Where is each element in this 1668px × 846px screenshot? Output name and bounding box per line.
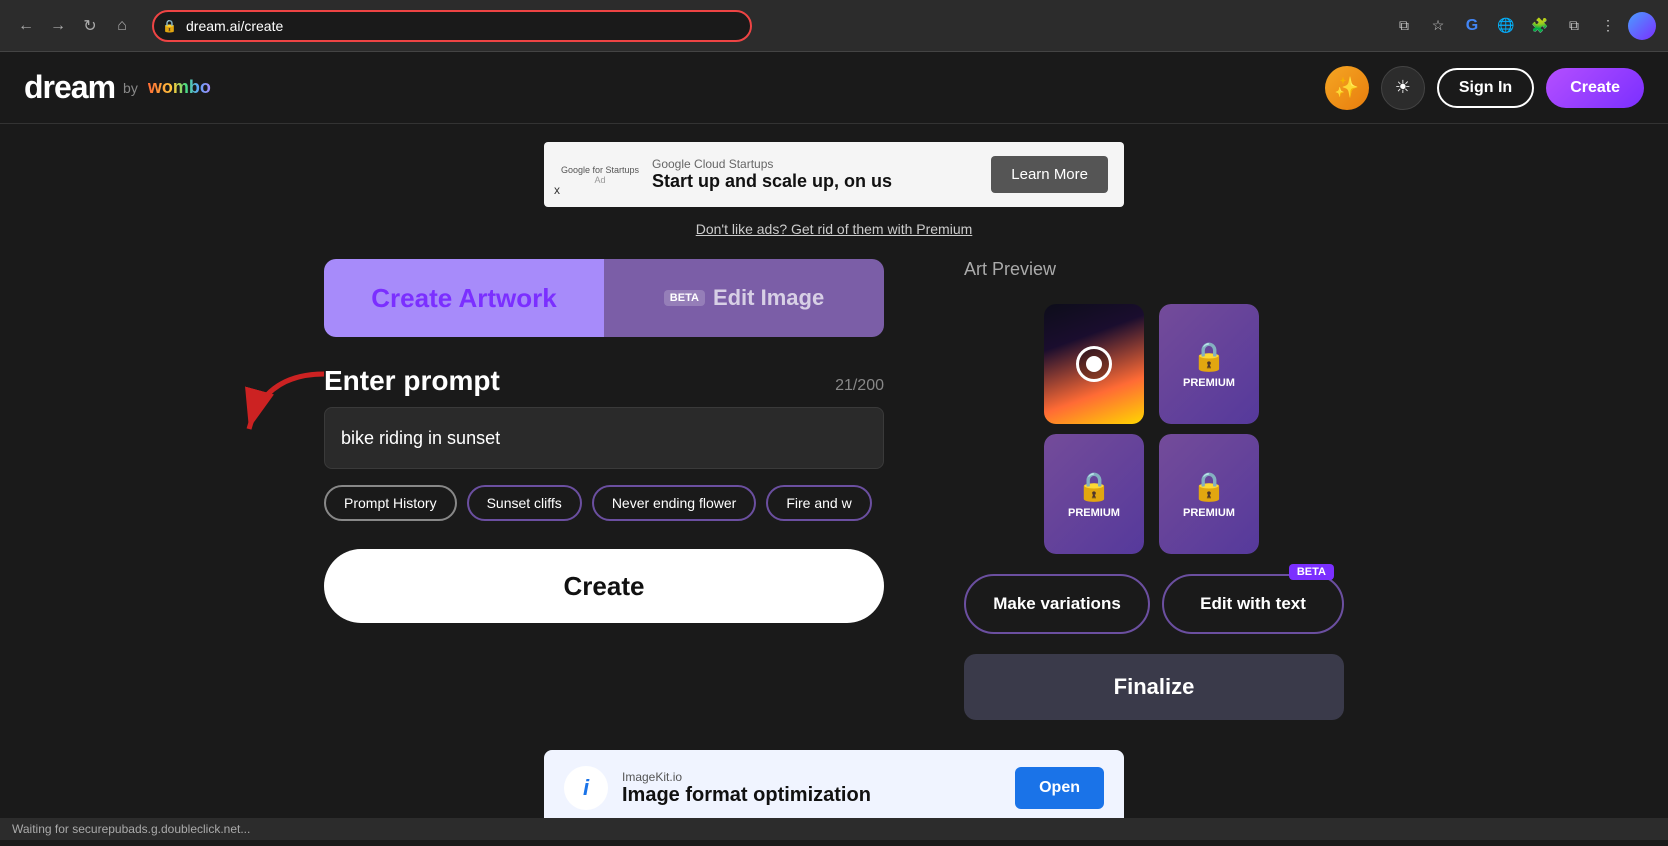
bottom-ad-open-button[interactable]: Open [1015, 767, 1104, 809]
google-extension-icon[interactable]: G [1458, 12, 1486, 40]
art-preview-label: Art Preview [964, 259, 1056, 280]
create-button[interactable]: Create [324, 549, 884, 623]
ad-main-text: Start up and scale up, on us [652, 171, 979, 192]
bottom-ad-main: Image format optimization [622, 784, 1001, 807]
tab-bar: Create Artwork BETA Edit Image [324, 259, 884, 337]
premium-link-area: Don't like ads? Get rid of them with Pre… [0, 221, 1668, 239]
red-arrow [234, 364, 334, 444]
top-ad-banner: x Google for Startups Ad Google Cloud St… [544, 142, 1124, 207]
edit-tab-label: Edit Image [713, 285, 824, 311]
suggestion-chip-sunset[interactable]: Sunset cliffs [467, 485, 582, 521]
prompt-chips: Prompt History Sunset cliffs Never endin… [324, 485, 884, 521]
preview-thumb-1[interactable] [1044, 304, 1144, 424]
premium-text-3: PREMIUM [1068, 507, 1120, 519]
ad-text-area: Google Cloud Startups Start up and scale… [652, 157, 979, 192]
content-layout: Create Artwork BETA Edit Image Enter pro… [0, 259, 1668, 720]
home-button[interactable]: ⌂ [108, 12, 136, 40]
google-cloud-logo: Google for Startups [561, 165, 639, 175]
suggestion-chip-fire[interactable]: Fire and w [766, 485, 871, 521]
tab-edit-image[interactable]: BETA Edit Image [604, 259, 884, 337]
sign-in-button[interactable]: Sign In [1437, 68, 1534, 108]
preview-thumb-4[interactable]: 🔒 PREMIUM [1159, 434, 1259, 554]
preview-thumb-2[interactable]: 🔒 PREMIUM [1159, 304, 1259, 424]
extensions-icon[interactable]: 🧩 [1526, 12, 1554, 40]
preview-thumb-3[interactable]: 🔒 PREMIUM [1044, 434, 1144, 554]
lock-icon-2: 🔒 [1192, 340, 1227, 373]
lock-icon: 🔒 [162, 19, 177, 33]
ad-close-button[interactable]: x [554, 183, 560, 197]
profile-avatar[interactable] [1628, 12, 1656, 40]
prompt-label: Enter prompt [324, 365, 500, 397]
ad-brand: Google Cloud Startups [652, 157, 979, 171]
browser-actions: ⧉ ☆ G 🌐 🧩 ⧉ ⋮ [1390, 12, 1656, 40]
learn-more-button[interactable]: Learn More [991, 156, 1108, 193]
share-icon[interactable]: ⧉ [1390, 12, 1418, 40]
edit-text-beta-badge: BETA [1289, 564, 1334, 580]
edit-beta-badge: BETA [664, 290, 705, 306]
status-bar: Waiting for securepubads.g.doubleclick.n… [0, 818, 1668, 840]
theme-toggle[interactable]: ☀ [1381, 66, 1425, 110]
reload-button[interactable]: ↻ [76, 12, 104, 40]
main-content: x Google for Startups Ad Google Cloud St… [0, 142, 1668, 846]
status-text: Waiting for securepubads.g.doubleclick.n… [12, 822, 250, 836]
prompt-history-chip[interactable]: Prompt History [324, 485, 457, 521]
create-header-button[interactable]: Create [1546, 68, 1644, 108]
ad-logo-area: Google for Startups Ad [560, 165, 640, 185]
bookmark-icon[interactable]: ☆ [1424, 12, 1452, 40]
right-panel: Art Preview 🔒 PREMIUM [964, 259, 1344, 720]
suggestion-chip-flower[interactable]: Never ending flower [592, 485, 757, 521]
edit-with-text-wrap: BETA Edit with text [1162, 574, 1344, 634]
menu-icon[interactable]: ⋮ [1594, 12, 1622, 40]
bottom-ad-brand: ImageKit.io [622, 770, 1001, 784]
lock-icon-3: 🔒 [1077, 470, 1112, 503]
premium-text-2: PREMIUM [1183, 377, 1235, 389]
action-buttons: Make variations BETA Edit with text [964, 574, 1344, 634]
prompt-input[interactable] [324, 407, 884, 469]
lock-icon-4: 🔒 [1192, 470, 1227, 503]
address-bar-wrapper: 🔒 [152, 10, 752, 42]
wombo-logo: wombo [148, 77, 211, 98]
bottom-ad-text: ImageKit.io Image format optimization [622, 770, 1001, 807]
globe-icon[interactable]: 🌐 [1492, 12, 1520, 40]
header-actions: ✨ ☀ Sign In Create [1325, 66, 1644, 110]
imagekit-icon: i [564, 766, 608, 810]
nav-buttons: ← → ↻ ⌂ [12, 12, 136, 40]
make-variations-button[interactable]: Make variations [964, 574, 1150, 634]
left-panel: Create Artwork BETA Edit Image Enter pro… [324, 259, 884, 623]
finalize-button[interactable]: Finalize [964, 654, 1344, 720]
premium-overlay-2: 🔒 PREMIUM [1159, 304, 1259, 424]
app-header: dream by wombo ✨ ☀ Sign In Create [0, 52, 1668, 124]
prompt-count: 21/200 [835, 377, 884, 395]
split-view-icon[interactable]: ⧉ [1560, 12, 1588, 40]
bottom-ad-banner: i ImageKit.io Image format optimization … [544, 750, 1124, 826]
premium-link[interactable]: Don't like ads? Get rid of them with Pre… [696, 221, 973, 237]
preview-grid: 🔒 PREMIUM 🔒 PREMIUM 🔒 PREMIUM [1044, 304, 1264, 554]
prompt-header: Enter prompt 21/200 [324, 365, 884, 397]
ad-sponsor-label: Ad [594, 175, 605, 185]
address-bar[interactable] [152, 10, 752, 42]
logo-area: dream by wombo [24, 69, 211, 106]
sparkle-button[interactable]: ✨ [1325, 66, 1369, 110]
premium-overlay-3: 🔒 PREMIUM [1044, 434, 1144, 554]
dream-logo: dream [24, 69, 115, 106]
by-label: by [123, 80, 138, 96]
address-bar-container: 🔒 [152, 10, 752, 42]
tab-create-artwork[interactable]: Create Artwork [324, 259, 604, 337]
edit-with-text-button[interactable]: Edit with text [1162, 574, 1344, 634]
browser-chrome: ← → ↻ ⌂ 🔒 ⧉ ☆ G 🌐 🧩 ⧉ ⋮ [0, 0, 1668, 52]
premium-text-4: PREMIUM [1183, 507, 1235, 519]
premium-overlay-4: 🔒 PREMIUM [1159, 434, 1259, 554]
back-button[interactable]: ← [12, 12, 40, 40]
forward-button[interactable]: → [44, 12, 72, 40]
